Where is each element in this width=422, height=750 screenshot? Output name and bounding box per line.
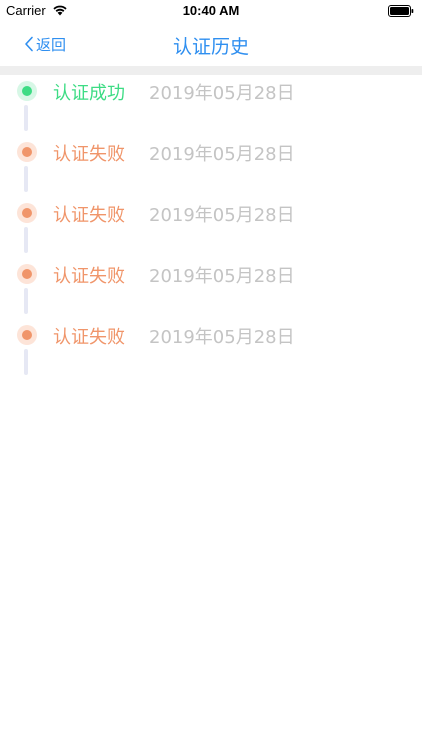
date-label: 2019年05月28日 — [149, 205, 295, 226]
status-bar: Carrier 10:40 AM — [0, 0, 422, 22]
battery-icon — [388, 5, 414, 17]
timeline-connector — [24, 227, 28, 253]
clock: 10:40 AM — [182, 3, 240, 18]
timeline-connector — [24, 288, 28, 314]
navigation-bar: 返回 认证历史 — [0, 22, 422, 66]
page-title: 认证历史 — [172, 36, 249, 58]
history-item: 认证失败 2019年05月28日 — [0, 319, 422, 380]
status-dot-success-icon — [17, 81, 37, 101]
status-label: 认证成功 — [53, 83, 125, 104]
status-label: 认证失败 — [53, 266, 125, 287]
status-label: 认证失败 — [53, 327, 125, 348]
date-label: 2019年05月28日 — [149, 144, 295, 165]
status-dot-failure-icon — [17, 203, 37, 223]
timeline-connector — [24, 349, 28, 375]
timeline-connector — [24, 166, 28, 192]
date-label: 2019年05月28日 — [149, 266, 295, 287]
history-item: 认证失败 2019年05月28日 — [0, 136, 422, 197]
history-item: 认证失败 2019年05月28日 — [0, 258, 422, 319]
section-divider — [0, 66, 422, 75]
date-label: 2019年05月28日 — [149, 327, 295, 348]
status-dot-failure-icon — [17, 325, 37, 345]
status-dot-failure-icon — [17, 264, 37, 284]
history-timeline: 认证成功 2019年05月28日 认证失败 2019年05月28日 认证失败 2019年0… — [0, 75, 422, 380]
timeline-connector — [24, 105, 28, 131]
history-item: 认证失败 2019年05月28日 — [0, 197, 422, 258]
history-item: 认证成功 2019年05月28日 — [0, 75, 422, 136]
date-label: 2019年05月28日 — [149, 83, 295, 104]
status-dot-failure-icon — [17, 142, 37, 162]
status-label: 认证失败 — [53, 144, 125, 165]
status-label: 认证失败 — [53, 205, 125, 226]
